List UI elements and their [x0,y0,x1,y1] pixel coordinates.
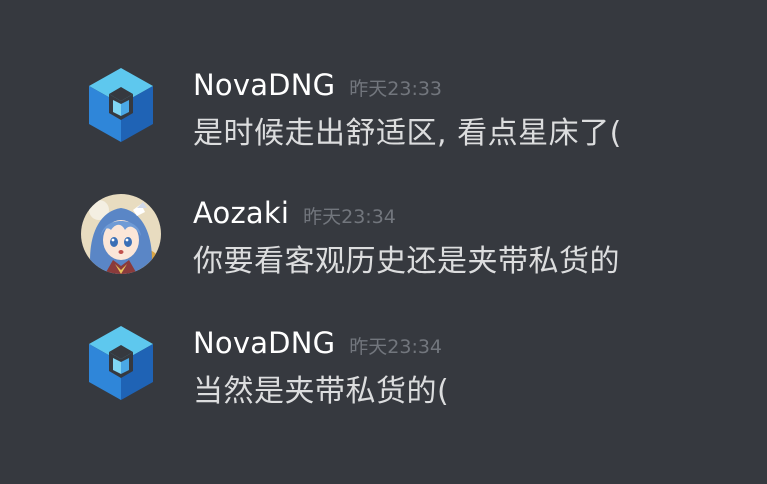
message-content: 你要看客观历史还是夹带私货的 [193,244,620,279]
message-header: NovaDNG 昨天23:34 [193,326,442,362]
username[interactable]: NovaDNG [193,68,335,102]
chat-message-list: NovaDNG 昨天23:33 是时候走出舒适区, 看点星床了(Aozaki … [0,0,767,484]
nova-logo-icon [89,326,153,400]
timestamp: 昨天23:34 [349,336,443,358]
timestamp: 昨天23:34 [303,206,396,228]
user-avatar[interactable] [81,322,161,404]
nova-logo-icon [89,68,153,142]
anime-girl-avatar [81,194,161,274]
username[interactable]: Aozaki [193,196,289,230]
chat-message: NovaDNG 昨天23:33 是时候走出舒适区, 看点星床了( [0,64,767,164]
message-content: 当然是夹带私货的( [193,374,450,409]
username[interactable]: NovaDNG [193,326,335,360]
chat-message: NovaDNG 昨天23:34 当然是夹带私货的( [0,322,767,422]
user-avatar[interactable] [81,64,161,146]
message-header: Aozaki 昨天23:34 [193,196,396,232]
chat-message: Aozaki 昨天23:34 你要看客观历史还是夹带私货的 [0,192,767,292]
message-content: 是时候走出舒适区, 看点星床了( [193,116,622,151]
message-header: NovaDNG 昨天23:33 [193,68,442,104]
user-avatar[interactable] [81,194,161,274]
timestamp: 昨天23:33 [349,78,443,100]
